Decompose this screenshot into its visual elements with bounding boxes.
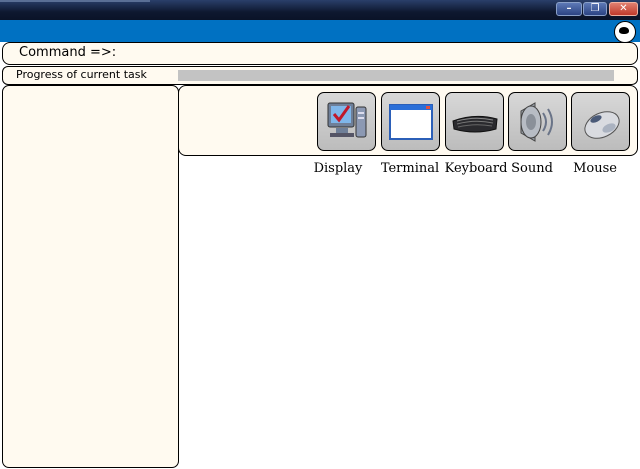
app-logo-icon: [614, 21, 636, 43]
restore-icon[interactable]: ❐: [583, 2, 607, 16]
close-icon[interactable]: ✕: [609, 2, 638, 16]
sound-button[interactable]: [508, 92, 567, 151]
progress-label: Progress of current task: [16, 68, 147, 81]
terminal-icon: [389, 104, 433, 140]
left-pane: [2, 85, 179, 468]
mouse-button[interactable]: [571, 92, 630, 151]
display-button[interactable]: [317, 92, 376, 151]
title-bar: – ❐ ✕: [0, 0, 640, 20]
display-label: Display: [313, 161, 363, 176]
mouse-icon: [584, 111, 620, 139]
command-bar[interactable]: Command =>:: [2, 42, 638, 65]
mouse-label: Mouse: [573, 161, 617, 176]
keyboard-button[interactable]: [445, 92, 504, 151]
title-bar-highlight: [0, 0, 150, 2]
display-icon: [327, 102, 367, 138]
header-bar: [0, 20, 640, 43]
progress-bar: [178, 70, 614, 81]
minimize-icon[interactable]: –: [556, 2, 582, 16]
keyboard-icon: [452, 115, 498, 133]
sound-icon: [520, 102, 553, 142]
command-label: Command =>:: [19, 45, 117, 60]
terminal-button[interactable]: [381, 92, 440, 151]
progress-panel: Progress of current task: [2, 66, 638, 85]
